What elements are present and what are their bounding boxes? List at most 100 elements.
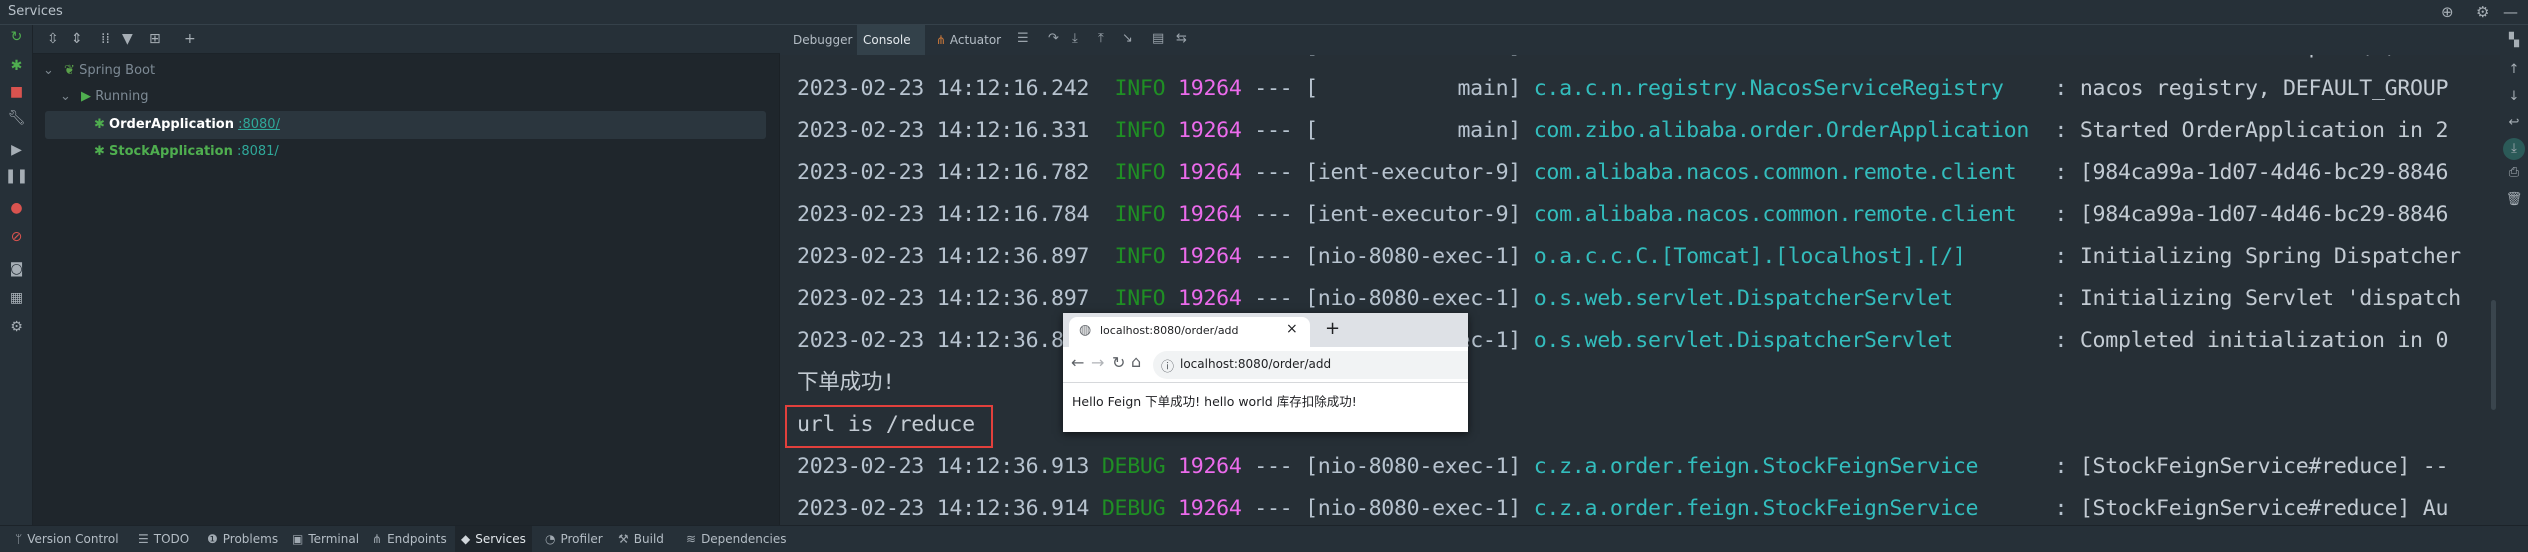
browser-tab[interactable]: ◍ localhost:8080/order/add ×	[1069, 317, 1310, 347]
chevron-down-icon[interactable]: ⌄	[60, 89, 71, 104]
run-to-cursor-icon[interactable]: ↘	[1122, 31, 1133, 46]
log-logger: o.a.c.c.C.[Tomcat].[localhost].[/]	[1533, 244, 1966, 269]
new-tab-icon[interactable]: +	[1325, 318, 1340, 339]
actuator-icon: ⋔	[936, 33, 950, 47]
wrench-icon[interactable]: 🔧︎	[0, 109, 33, 127]
bottom-tab-todo[interactable]: ☰ TODO	[132, 526, 195, 552]
print-icon[interactable]: ⎙	[2500, 165, 2528, 180]
log-timestamp: 2023-02-23 14:12:36.897	[797, 286, 1090, 311]
log-timestamp: 2023-02-23 14:12:16.782	[797, 160, 1090, 185]
reload-icon[interactable]: ↻	[1112, 353, 1125, 372]
add-icon[interactable]: +	[184, 31, 196, 47]
bottom-tab-version-control[interactable]: ᛘ Version Control	[9, 526, 125, 552]
log-level: INFO	[1114, 286, 1166, 311]
down-arrow-icon[interactable]: ↓	[2500, 89, 2528, 104]
crosshair-icon[interactable]: ⊕	[2441, 3, 2454, 21]
bottom-tab-label: Build	[633, 532, 664, 546]
bottom-tab-label: TODO	[153, 532, 190, 546]
home-icon[interactable]: ⌂	[1131, 352, 1141, 371]
globe-icon: ◍	[1079, 322, 1092, 338]
camera-icon[interactable]: ◙	[0, 260, 33, 278]
window-title: Services	[8, 4, 63, 19]
scroll-to-end-icon[interactable]: ⤓	[2503, 138, 2525, 160]
bottom-tab-dependencies[interactable]: ≋ Dependencies	[680, 526, 792, 552]
tab-debugger[interactable]: Debugger	[787, 25, 858, 55]
bottom-tab-label: Profiler	[560, 532, 603, 546]
address-bar[interactable]: ⓘ localhost:8080/order/add	[1153, 351, 1468, 379]
bottom-tab-terminal[interactable]: ▣ Terminal	[286, 526, 365, 552]
tree-node-running[interactable]: ⌄ ▶ Running	[60, 89, 148, 104]
back-icon[interactable]: ←	[1071, 353, 1084, 372]
log-line: 2023-02-23 14:12:16.235 INFO 19264 --- […	[797, 55, 2498, 68]
running-play-icon: ▶	[81, 89, 92, 104]
bug-icon: ✱	[94, 117, 105, 132]
services-action-toolbar: ↻ ✱ ■ 🔧︎ ▶ ❚❚ ● ⊘ ◙ ▦ ⚙	[0, 25, 33, 525]
bottom-tab-label: Version Control	[27, 532, 119, 546]
tree-node-spring-boot[interactable]: ⌄ ❦ Spring Boot	[43, 63, 155, 78]
app-port-link[interactable]: :8081/	[237, 144, 279, 159]
log-logger: com.alibaba.nacos.common.remote.client	[1533, 160, 2017, 185]
group-icon[interactable]: ⁞⁞	[101, 31, 110, 47]
new-tab-icon[interactable]: ⊞	[149, 31, 161, 47]
rerun-icon[interactable]: ↻	[0, 28, 33, 46]
log-line: 2023-02-23 14:12:36.897 INFO 19264 --- […	[797, 286, 2461, 311]
log-level: DEBUG	[1101, 496, 1166, 521]
gear-icon[interactable]: ⚙	[2476, 3, 2489, 21]
step-over-icon[interactable]: ↷	[1048, 31, 1059, 46]
minimize-icon[interactable]: —	[2503, 3, 2518, 21]
log-logger: com.zibo.alibaba.order.OrderApplication	[1533, 118, 2030, 143]
soft-wrap-icon[interactable]: ↩	[2500, 115, 2528, 130]
up-arrow-icon[interactable]: ↑	[2500, 62, 2528, 77]
step-into-icon[interactable]: ⤓	[1072, 31, 1078, 46]
bottom-tab-endpoints[interactable]: ⋔ Endpoints	[366, 526, 453, 552]
bottom-tab-services[interactable]: ◆ Services	[455, 526, 532, 552]
log-pid: 19264	[1178, 55, 1242, 59]
pause-icon[interactable]: ❚❚	[0, 167, 33, 185]
build-icon: ⚒	[618, 532, 629, 546]
log-thread: ient-executor-9	[1317, 160, 1509, 185]
filter-icon[interactable]: ▼	[122, 31, 133, 47]
log-timestamp: 2023-02-23 14:12:16.784	[797, 202, 1090, 227]
debug-rerun-icon[interactable]: ✱	[0, 57, 33, 75]
console-output[interactable]: 2023-02-23 14:12:16.235 INFO 19264 --- […	[780, 55, 2498, 525]
bottom-tab-profiler[interactable]: ◔ Profiler	[539, 526, 609, 552]
tree-node-order-application[interactable]: ✱ OrderApplication :8080/	[94, 117, 280, 132]
log-line: 2023-02-23 14:12:16.331 INFO 19264 --- […	[797, 118, 2449, 143]
log-timestamp: 2023-02-23 14:12:16.235	[797, 55, 1089, 59]
bottom-tab-build[interactable]: ⚒ Build	[612, 526, 670, 552]
expand-all-icon[interactable]: ⇳	[47, 31, 59, 47]
trash-icon[interactable]: 🗑︎	[2500, 192, 2528, 207]
settings-icon[interactable]: ⚙	[0, 318, 33, 336]
terminal-icon: ▣	[292, 532, 304, 546]
log-level: INFO	[1114, 202, 1166, 227]
layout-icon[interactable]: ▦	[0, 289, 33, 307]
console-scrollbar[interactable]	[2491, 300, 2496, 410]
app-port-link[interactable]: :8080/	[238, 117, 280, 132]
tab-actuator[interactable]: ⋔ Actuator	[930, 25, 1007, 55]
close-tab-icon[interactable]: ×	[1286, 321, 1298, 337]
services-icon: ◆	[461, 532, 471, 546]
resume-icon[interactable]: ▶	[0, 141, 33, 159]
collapse-all-icon[interactable]: ⇕	[71, 31, 83, 47]
stop-icon[interactable]: ■	[0, 83, 33, 101]
tree-toolbar: ⇳ ⇕ ⁞⁞ ▼ ⊞ +	[33, 25, 780, 54]
tab-label: Actuator	[949, 33, 1002, 47]
info-icon[interactable]: ⓘ	[1161, 356, 1174, 375]
mute-breakpoints-icon[interactable]: ⊘	[0, 228, 33, 246]
step-out-icon[interactable]: ⤒	[1098, 31, 1104, 46]
chevron-down-icon[interactable]: ⌄	[43, 63, 54, 78]
bottom-tab-problems[interactable]: ❶ Problems	[201, 526, 284, 552]
log-line: 2023-02-23 14:12:16.782 INFO 19264 --- […	[797, 160, 2449, 185]
tab-console[interactable]: Console	[857, 25, 925, 55]
tree-node-stock-application[interactable]: ✱ StockApplication :8081/	[94, 144, 279, 159]
layout-icon[interactable]: ▚	[2500, 33, 2528, 48]
log-message: Started OrderApplication in 2	[2079, 118, 2449, 143]
forward-icon[interactable]: →	[1091, 353, 1104, 372]
trace-icon[interactable]: ⇆	[1176, 31, 1187, 46]
console-lines: 2023-02-23 14:12:16.235 INFO 19264 --- […	[780, 55, 2498, 525]
evaluate-icon[interactable]: ▤	[1152, 31, 1164, 46]
menu-icon[interactable]: ☰	[1017, 31, 1029, 46]
tree-node-label: Spring Boot	[79, 63, 156, 78]
log-message: Initializing Spring Dispatcher	[2079, 244, 2461, 269]
breakpoints-icon[interactable]: ●	[0, 199, 33, 217]
